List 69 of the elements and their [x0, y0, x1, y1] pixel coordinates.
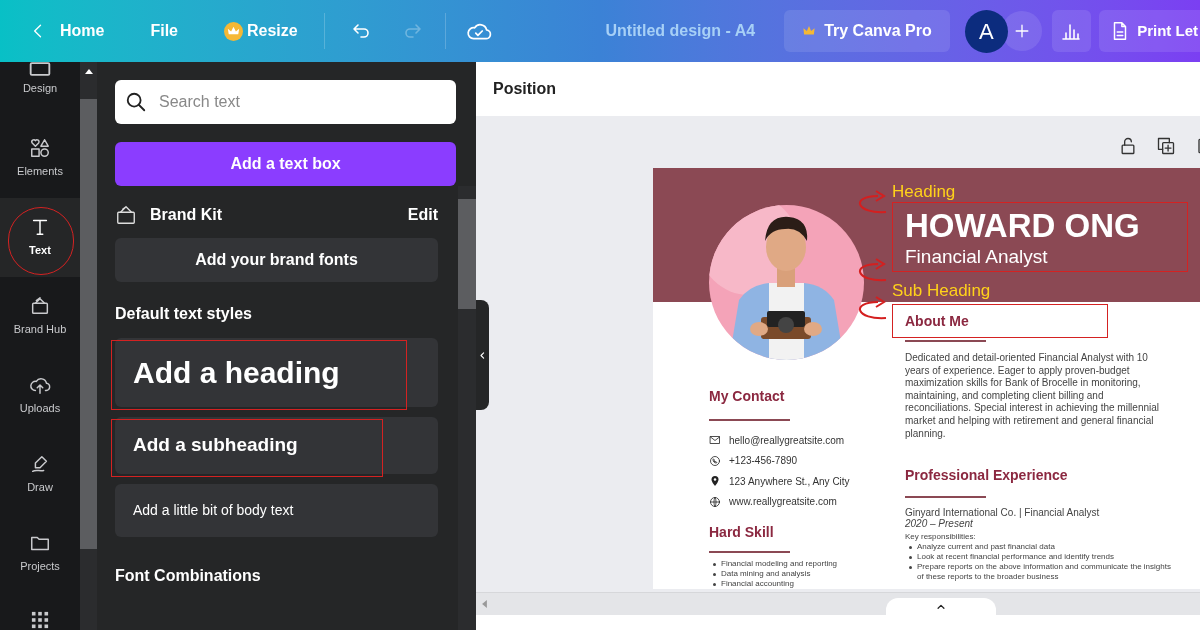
skill-text: Data mining and analysis	[721, 568, 811, 580]
skill-text: Financial modeling and reporting	[721, 558, 838, 570]
try-pro-button[interactable]: Try Canva Pro	[784, 10, 950, 52]
text-style-item[interactable]: Add a little bit of body text	[115, 484, 438, 537]
scroll-up-icon	[84, 69, 93, 74]
print-button[interactable]: Print Let	[1099, 10, 1200, 52]
rail-item[interactable]: Uploads	[0, 356, 80, 435]
responsibility-text: Prepare reports on the above information and communicate the insights of these reports to the broader business	[917, 562, 1172, 583]
rail-item[interactable]: Text	[0, 198, 80, 277]
search-icon	[125, 91, 147, 113]
section-heading: Hard Skill	[709, 523, 775, 542]
bullet-icon	[909, 565, 912, 569]
collapse-panel-handle[interactable]	[476, 300, 489, 410]
location-pin-icon	[709, 475, 721, 488]
about-paragraph: Dedicated and detail-oriented Financial Analyst with 10 years of experience. Eager to apply proven-budget maximization skills for Bank of Brocelle in monitoring, maintaining, and completing client billing and reconciliations. Special interest in achieving the millennial market and helping with retirement and general financial planning.	[905, 352, 1161, 441]
panel-scrollbar-thumb[interactable]	[458, 199, 476, 309]
add-text-box-button[interactable]: Add a text box	[115, 142, 456, 186]
job-title: Financial Analyst	[905, 246, 1049, 268]
section-heading: Professional Experience	[905, 466, 1069, 486]
bullet-icon	[713, 562, 716, 566]
bullet-icon	[909, 555, 912, 559]
rail-item[interactable]: Elements	[0, 119, 80, 198]
scrollbar-thumb[interactable]	[80, 99, 97, 549]
layout-icon	[29, 62, 51, 77]
horizontal-scrollbar[interactable]	[476, 592, 1200, 615]
avatar[interactable]: A	[964, 9, 1008, 53]
annotation-label: Sub Heading	[892, 281, 992, 301]
annotation-label: Heading	[892, 182, 957, 202]
contact-text: www.reallygreatsite.com	[729, 495, 837, 510]
period-text: 2020 – Present	[905, 518, 974, 530]
section-title: Default text styles	[115, 304, 253, 324]
rail-item[interactable]: Draw	[0, 435, 80, 514]
name-heading: HOWARD ONG	[905, 206, 1141, 246]
globe-icon	[709, 495, 721, 508]
section-heading: About Me	[905, 311, 969, 331]
rail-item[interactable]: Brand Hub	[0, 277, 80, 356]
phone-icon	[709, 454, 721, 467]
shapes-icon	[29, 137, 51, 160]
skill-text: Financial accounting	[721, 578, 794, 590]
add-brand-fonts-button[interactable]: Add your brand fonts	[115, 238, 438, 282]
scroll-left-icon	[482, 600, 487, 608]
chevron-left-icon	[478, 350, 487, 360]
duplicate-icon[interactable]	[1156, 136, 1176, 156]
edit-link[interactable]: Edit	[407, 203, 438, 227]
section-title: Font Combinations	[115, 566, 262, 586]
scrollbar[interactable]	[80, 62, 97, 630]
briefcase-icon	[115, 204, 137, 226]
mail-icon	[709, 434, 721, 447]
section-heading: My Contact	[709, 387, 786, 406]
apps-icon	[31, 611, 49, 629]
bullet-icon	[713, 582, 716, 586]
search-input[interactable]: Search text	[159, 90, 409, 114]
job-text: Ginyard International Co. | Financial Analyst	[905, 507, 1101, 519]
rail-item[interactable]: Projects	[0, 514, 80, 593]
position-button[interactable]: Position	[493, 77, 557, 101]
responsibilities-label: Key responsibilities:	[905, 532, 977, 543]
contact-text: +123-456-7890	[729, 454, 798, 469]
bullet-icon	[713, 572, 716, 576]
brand-kit-title: Brand Kit	[150, 205, 222, 225]
crown-icon	[802, 24, 817, 38]
responsibility-text: Analyze current and past financial data	[917, 542, 1056, 553]
contact-text: 123 Anywhere St., Any City	[729, 474, 850, 489]
crown-icon	[224, 21, 243, 41]
rail-item[interactable]: Design	[0, 62, 80, 119]
bullet-icon	[909, 545, 912, 549]
contact-text: hello@reallygreatsite.com	[729, 433, 845, 448]
responsibility-text: Look at recent financial performance and identify trends	[917, 552, 1115, 563]
search-field[interactable]: Search text	[115, 80, 456, 124]
insights-button[interactable]	[1051, 10, 1092, 52]
